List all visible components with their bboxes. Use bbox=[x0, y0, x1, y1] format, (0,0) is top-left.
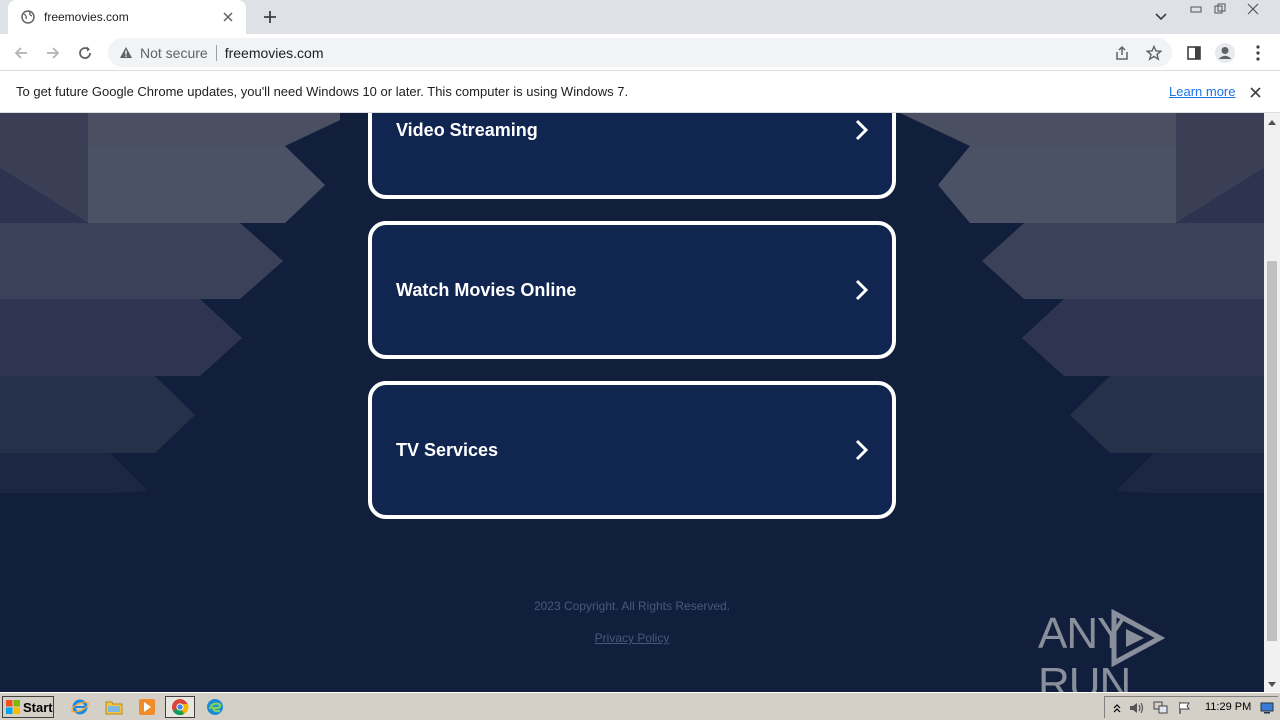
scroll-down-arrow-icon[interactable] bbox=[1267, 679, 1277, 689]
page-scrollbar[interactable] bbox=[1264, 113, 1280, 692]
play-logo-icon bbox=[1111, 609, 1166, 667]
card-video-streaming[interactable]: Video Streaming bbox=[368, 113, 896, 199]
privacy-policy-label[interactable]: Privacy Policy bbox=[595, 631, 670, 645]
bookmark-star-icon[interactable] bbox=[1145, 44, 1163, 62]
right-decorative-arrows bbox=[900, 113, 1264, 493]
file-explorer-icon[interactable] bbox=[103, 697, 125, 717]
internet-explorer-icon[interactable] bbox=[69, 697, 91, 717]
close-infobar-icon[interactable] bbox=[1247, 84, 1263, 100]
back-icon[interactable] bbox=[8, 40, 34, 66]
media-player-icon[interactable] bbox=[136, 697, 158, 717]
page-content: Video Streaming Watch Movies Online TV S… bbox=[0, 113, 1264, 692]
security-label[interactable]: Not secure bbox=[140, 45, 208, 61]
restore-icon[interactable] bbox=[1210, 1, 1230, 17]
windows-taskbar: Start 11:29 PM bbox=[0, 692, 1280, 720]
card-watch-movies-online[interactable]: Watch Movies Online bbox=[368, 221, 896, 359]
card-label: TV Services bbox=[396, 439, 499, 460]
edge-taskbar-icon[interactable] bbox=[204, 697, 226, 717]
address-separator bbox=[215, 44, 217, 61]
tab-strip: freemovies.com bbox=[0, 0, 1280, 34]
window-close-icon[interactable] bbox=[1236, 1, 1270, 17]
address-bar[interactable]: Not secure freemovies.com bbox=[108, 38, 1172, 67]
start-button[interactable]: Start bbox=[2, 696, 54, 718]
start-label: Start bbox=[23, 699, 53, 715]
url-text[interactable]: freemovies.com bbox=[225, 45, 324, 61]
volume-icon[interactable] bbox=[1129, 700, 1145, 716]
chevron-right-icon bbox=[850, 118, 874, 142]
browser-tab[interactable]: freemovies.com bbox=[8, 0, 246, 34]
update-infobar: To get future Google Chrome updates, you… bbox=[0, 71, 1280, 113]
card-label: Watch Movies Online bbox=[396, 279, 577, 300]
forward-icon[interactable] bbox=[40, 40, 66, 66]
profile-avatar-icon[interactable] bbox=[1212, 40, 1238, 66]
globe-icon bbox=[20, 9, 36, 25]
side-panel-icon[interactable] bbox=[1181, 40, 1207, 66]
browser-toolbar: Not secure freemovies.com bbox=[0, 34, 1280, 71]
reload-icon[interactable] bbox=[72, 40, 98, 66]
scrollbar-thumb[interactable] bbox=[1267, 261, 1277, 641]
windows-flag-icon bbox=[6, 700, 20, 714]
share-icon[interactable] bbox=[1113, 44, 1131, 62]
learn-more-link[interactable]: Learn more bbox=[1169, 84, 1235, 99]
tab-title: freemovies.com bbox=[44, 10, 129, 24]
action-center-flag-icon[interactable] bbox=[1177, 700, 1193, 716]
tab-search-chevron-icon[interactable] bbox=[1150, 8, 1172, 26]
chevron-right-icon bbox=[850, 438, 874, 462]
system-tray: 11:29 PM bbox=[1104, 696, 1278, 718]
scroll-up-arrow-icon[interactable] bbox=[1267, 117, 1277, 127]
menu-kebab-icon[interactable] bbox=[1245, 40, 1271, 66]
card-tv-services[interactable]: TV Services bbox=[368, 381, 896, 519]
show-hidden-icons-icon[interactable] bbox=[1109, 700, 1125, 716]
card-label: Video Streaming bbox=[396, 119, 538, 140]
chrome-taskbar-icon[interactable] bbox=[165, 696, 195, 718]
new-tab-icon[interactable] bbox=[258, 6, 282, 28]
infobar-message: To get future Google Chrome updates, you… bbox=[16, 84, 629, 99]
taskbar-clock[interactable]: 11:29 PM bbox=[1205, 701, 1251, 713]
warning-triangle-icon[interactable] bbox=[118, 45, 134, 61]
left-decorative-arrows bbox=[0, 113, 340, 493]
network-icon[interactable] bbox=[1153, 700, 1169, 716]
chevron-right-icon bbox=[850, 278, 874, 302]
show-desktop-icon[interactable] bbox=[1259, 700, 1275, 716]
close-tab-icon[interactable] bbox=[220, 9, 236, 25]
minimize-icon[interactable] bbox=[1186, 1, 1206, 17]
anyrun-watermark: ANY RUN bbox=[1038, 609, 1264, 692]
